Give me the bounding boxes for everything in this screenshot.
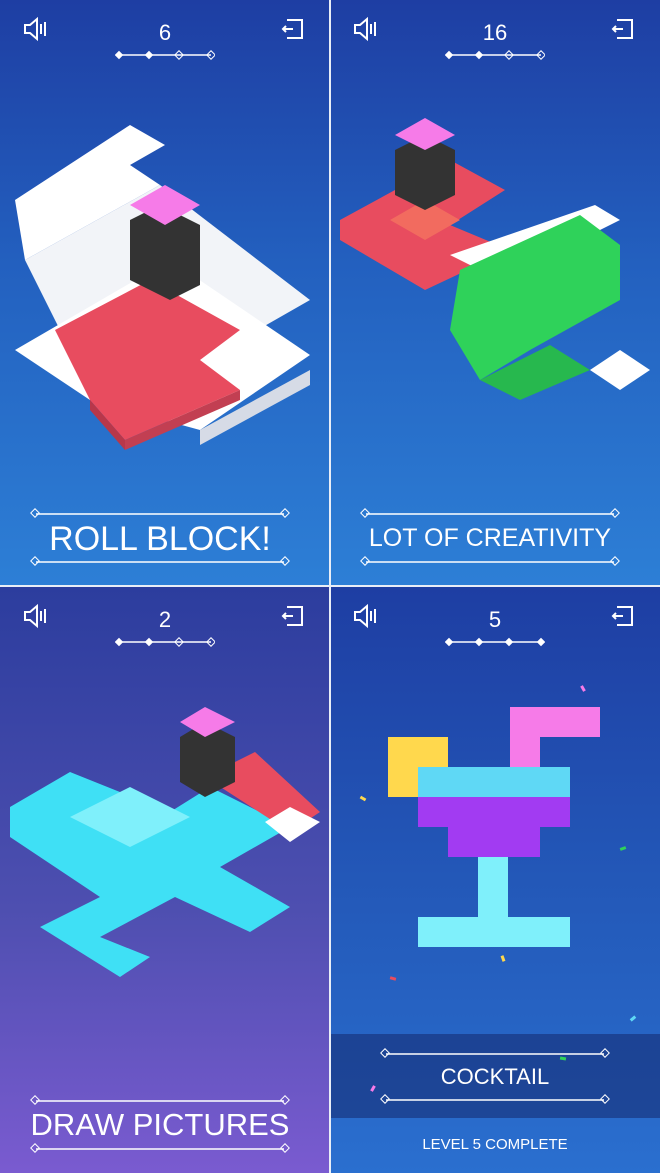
caption-title: ROLL BLOCK! — [49, 520, 271, 558]
panel-cocktail: 5 COCKTAIL LEVEL 5 COMPLETE — [330, 587, 660, 1173]
puzzle-board — [10, 707, 320, 977]
panel-draw-pictures: 2 DRAW PICTURES — [0, 587, 330, 1173]
level-complete-banner: COCKTAIL — [330, 1034, 660, 1118]
panel-roll-block: 6 ROLL BLOCK! — [0, 0, 330, 586]
caption-title: LOT OF CREATIVITY — [368, 524, 612, 552]
caption-frame: ROLL BLOCK! — [30, 508, 290, 568]
level-complete-text: LEVEL 5 COMPLETE — [422, 1136, 568, 1153]
caption-title: DRAW PICTURES — [30, 1107, 290, 1142]
screenshot-grid: 6 ROLL BLOCK! 16 LOT OF CREATIVITY 2 DRA… — [0, 0, 660, 1173]
caption-frame: LOT OF CREATIVITY — [360, 508, 620, 568]
panel-divider — [0, 585, 660, 587]
caption-frame: DRAW PICTURES — [30, 1095, 290, 1155]
picture-name: COCKTAIL — [440, 1064, 550, 1089]
puzzle-board — [340, 118, 650, 400]
puzzle-board — [15, 125, 310, 450]
panel-creativity: 16 LOT OF CREATIVITY — [330, 0, 660, 586]
